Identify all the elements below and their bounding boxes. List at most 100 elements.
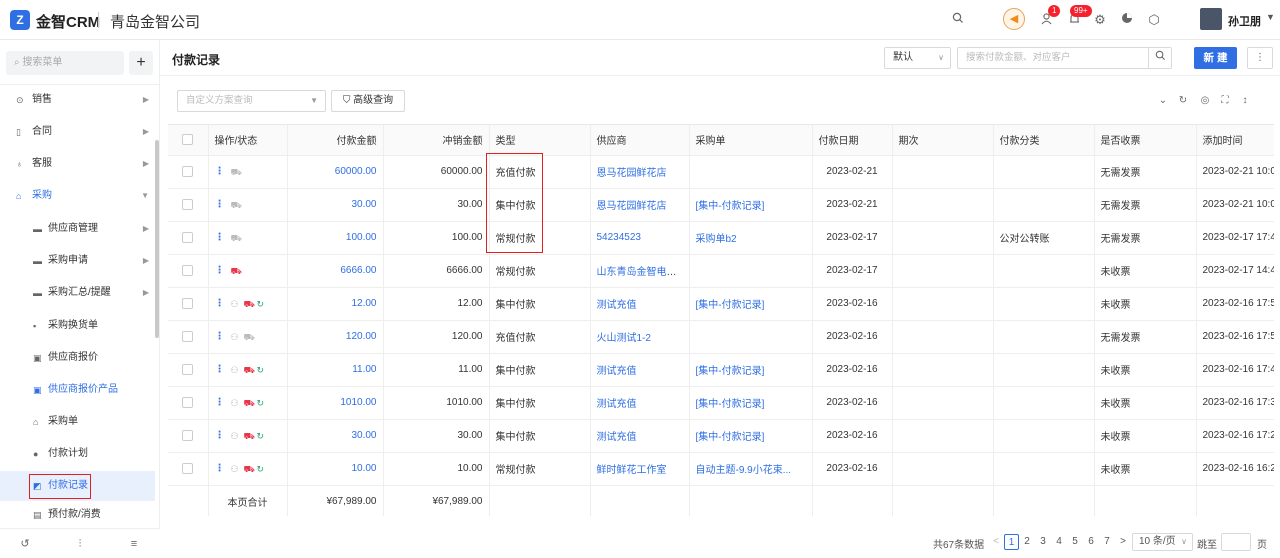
more-options-button[interactable]: ⋮ — [1247, 47, 1273, 69]
sort-icon[interactable]: ↕ — [1239, 95, 1251, 107]
search-icon[interactable] — [950, 12, 966, 28]
row-menu-icon[interactable]: ⋮ — [215, 397, 225, 408]
row-checkbox-cell[interactable] — [168, 155, 209, 189]
pie-chart-icon[interactable] — [1119, 12, 1135, 28]
column-header[interactable]: 供应商 — [590, 125, 690, 156]
supplier-link[interactable]: 测试充值 — [597, 399, 637, 410]
payment-amount-link[interactable]: 12.00 — [351, 298, 376, 309]
row-menu-icon[interactable]: ⋮ — [215, 298, 225, 309]
payment-amount-link[interactable]: 10.00 — [351, 463, 376, 474]
table-row[interactable]: ⋮ ⚇ ⛟ ↻ 10.00 10.00 常规付款 鲜时鲜花工作室 自动主题-9.9小花束... 2… — [168, 452, 1274, 486]
table-row[interactable]: ⋮ ⛟ 6666.00 6666.00 常规付款 山东青岛金智电子... 2023-02-1… — [168, 254, 1274, 288]
supplier-link[interactable]: 恩马花园鲜花店 — [597, 201, 667, 212]
table-row[interactable]: ⋮ ⚇ ⛟ ↻ 1010.00 1010.00 集中付款 测试充值 [集中-付款记录] 2023-… — [168, 386, 1274, 420]
payment-amount[interactable]: 12.00 — [287, 287, 384, 321]
advanced-query-button[interactable]: ⛉ 高级查询 — [331, 90, 405, 112]
column-header[interactable]: 付款日期 — [812, 125, 893, 156]
page-button[interactable]: 7 — [1101, 534, 1113, 550]
row-menu-icon[interactable]: ⋮ — [215, 430, 225, 441]
checkbox-icon[interactable] — [182, 264, 194, 276]
column-header[interactable]: 冲销金额 — [383, 125, 490, 156]
sidebar-item-prepayment[interactable]: ▤ 预付款/消费 — [0, 504, 155, 526]
settings-icon[interactable]: ⚙ — [1092, 12, 1108, 28]
supplier-link[interactable]: 火山测试1-2 — [597, 333, 651, 344]
table-row[interactable]: ⋮ ⚇ ⛟ ↻ 12.00 12.00 集中付款 测试充值 [集中-付款记录] 2023-02-1… — [168, 287, 1274, 321]
sidebar-item-supplier-quote-product[interactable]: ▣ 供应商报价产品 — [0, 375, 155, 405]
column-header[interactable]: 期次 — [892, 125, 994, 156]
collapse-menu-icon[interactable]: ≡ — [127, 537, 141, 551]
column-settings-icon[interactable]: ◎ — [1199, 95, 1211, 107]
history-icon[interactable]: ↺ — [18, 537, 32, 551]
custom-query-select[interactable]: 自定义方案查询 ▼ — [177, 90, 326, 112]
purchase-order-link[interactable]: [集中-付款记录] — [696, 300, 765, 311]
column-header[interactable]: 付款金额 — [287, 125, 384, 156]
row-menu-icon[interactable]: ⋮ — [215, 463, 225, 474]
table-row[interactable]: ⋮ ⛟ 30.00 30.00 集中付款 恩马花园鲜花店 [集中-付款记录] 2023-02-… — [168, 188, 1274, 222]
page-button[interactable]: 1 — [1004, 534, 1019, 550]
sidebar-item-payment-plan[interactable]: ● 付款计划 — [0, 439, 155, 469]
user-name[interactable]: 孙卫朋 — [1228, 13, 1261, 29]
row-checkbox-cell[interactable] — [168, 419, 209, 453]
column-header[interactable]: 操作/状态 — [208, 125, 288, 156]
avatar[interactable] — [1200, 8, 1222, 30]
column-header[interactable]: 类型 — [489, 125, 591, 156]
next-page-button[interactable]: > — [1117, 534, 1129, 550]
hexagon-icon[interactable]: ⬡ — [1146, 12, 1162, 28]
speaker-icon[interactable]: ◀ — [1003, 8, 1025, 30]
payment-amount[interactable]: 11.00 — [287, 353, 384, 387]
sidebar-item-service[interactable]: ♁ 客服 ▶ — [0, 149, 155, 179]
column-header[interactable]: 付款分类 — [993, 125, 1095, 156]
sidebar-item-supplier-management[interactable]: ▬ 供应商管理 ▶ — [0, 214, 155, 244]
app-logo-icon[interactable]: Z — [10, 10, 30, 30]
table-row[interactable]: ⋮ ⛟ 100.00 100.00 常规付款 54234523 采购单b2 2023-02-1… — [168, 221, 1274, 255]
payment-amount[interactable]: 60000.00 — [287, 155, 384, 189]
page-size-select[interactable]: 10 条/页 ∨ — [1132, 533, 1193, 551]
checkbox-icon[interactable] — [182, 363, 194, 375]
row-checkbox-cell[interactable] — [168, 353, 209, 387]
payment-amount-link[interactable]: 60000.00 — [335, 166, 377, 177]
sidebar-item-purchase-order[interactable]: ⌂ 采购单 — [0, 407, 155, 437]
menu-search-input[interactable]: ⌕ 搜索菜单 — [6, 51, 124, 75]
search-button[interactable] — [1148, 47, 1172, 69]
checkbox-icon[interactable] — [182, 231, 194, 243]
column-header[interactable]: 采购单 — [689, 125, 813, 156]
payment-amount-link[interactable]: 6666.00 — [340, 265, 376, 276]
purchase-order-link[interactable]: [集中-付款记录] — [696, 399, 765, 410]
row-checkbox-cell[interactable] — [168, 188, 209, 222]
supplier-link[interactable]: 恩马花园鲜花店 — [597, 168, 667, 179]
supplier-link[interactable]: 测试充值 — [597, 366, 637, 377]
payment-amount-link[interactable]: 30.00 — [351, 199, 376, 210]
row-menu-icon[interactable]: ⋮ — [215, 166, 225, 177]
table-row[interactable]: ⋮ ⚇ ⛟ ↻ 11.00 11.00 集中付款 测试充值 [集中-付款记录] 2023-02-1… — [168, 353, 1274, 387]
column-header[interactable]: 添加时间 — [1196, 125, 1274, 156]
supplier-link[interactable]: 山东青岛金智电子... — [597, 267, 685, 278]
row-menu-icon[interactable]: ⋮ — [215, 331, 225, 342]
search-input[interactable]: 搜索付款金额、对应客户 — [957, 47, 1149, 69]
row-checkbox-cell[interactable] — [168, 320, 209, 354]
add-menu-button[interactable]: + — [129, 51, 153, 75]
purchase-order-link[interactable]: [集中-付款记录] — [696, 201, 765, 212]
filter-sliders-icon[interactable]: ⫶ — [73, 537, 87, 551]
refresh-icon[interactable]: ↻ — [1177, 95, 1189, 107]
purchase-order-link[interactable]: 采购单b2 — [696, 234, 737, 245]
row-checkbox-cell[interactable] — [168, 386, 209, 420]
row-menu-icon[interactable]: ⋮ — [215, 265, 225, 276]
column-header[interactable]: 是否收票 — [1094, 125, 1197, 156]
table-row[interactable]: ⋮ ⛟ 60000.00 60000.00 充值付款 恩马花园鲜花店 2023-02-21 无… — [168, 155, 1274, 189]
page-button[interactable]: 6 — [1085, 534, 1097, 550]
sidebar-item-sales[interactable]: ⊙ 销售 ▶ — [0, 85, 155, 115]
table-row[interactable]: ⋮ ⚇ ⛟ 120.00 120.00 充值付款 火山测试1-2 2023-02-16 无需发票… — [168, 320, 1274, 354]
payment-amount[interactable]: 30.00 — [287, 188, 384, 222]
supplier-link[interactable]: 测试充值 — [597, 432, 637, 443]
payment-amount-link[interactable]: 120.00 — [346, 331, 377, 342]
prev-page-button[interactable]: < — [991, 534, 1001, 550]
checkbox-icon[interactable] — [182, 462, 194, 474]
payment-amount[interactable]: 6666.00 — [287, 254, 384, 288]
page-button[interactable]: 3 — [1037, 534, 1049, 550]
app-title[interactable]: 金智CRM — [36, 11, 100, 32]
sidebar-item-purchase-exchange[interactable]: ▪ 采购换货单 — [0, 311, 155, 341]
supplier-link[interactable]: 54234523 — [597, 232, 642, 243]
purchase-order-link[interactable]: 自动主题-9.9小花束... — [696, 465, 792, 476]
payment-amount[interactable]: 100.00 — [287, 221, 384, 255]
payment-amount-link[interactable]: 11.00 — [352, 364, 376, 375]
